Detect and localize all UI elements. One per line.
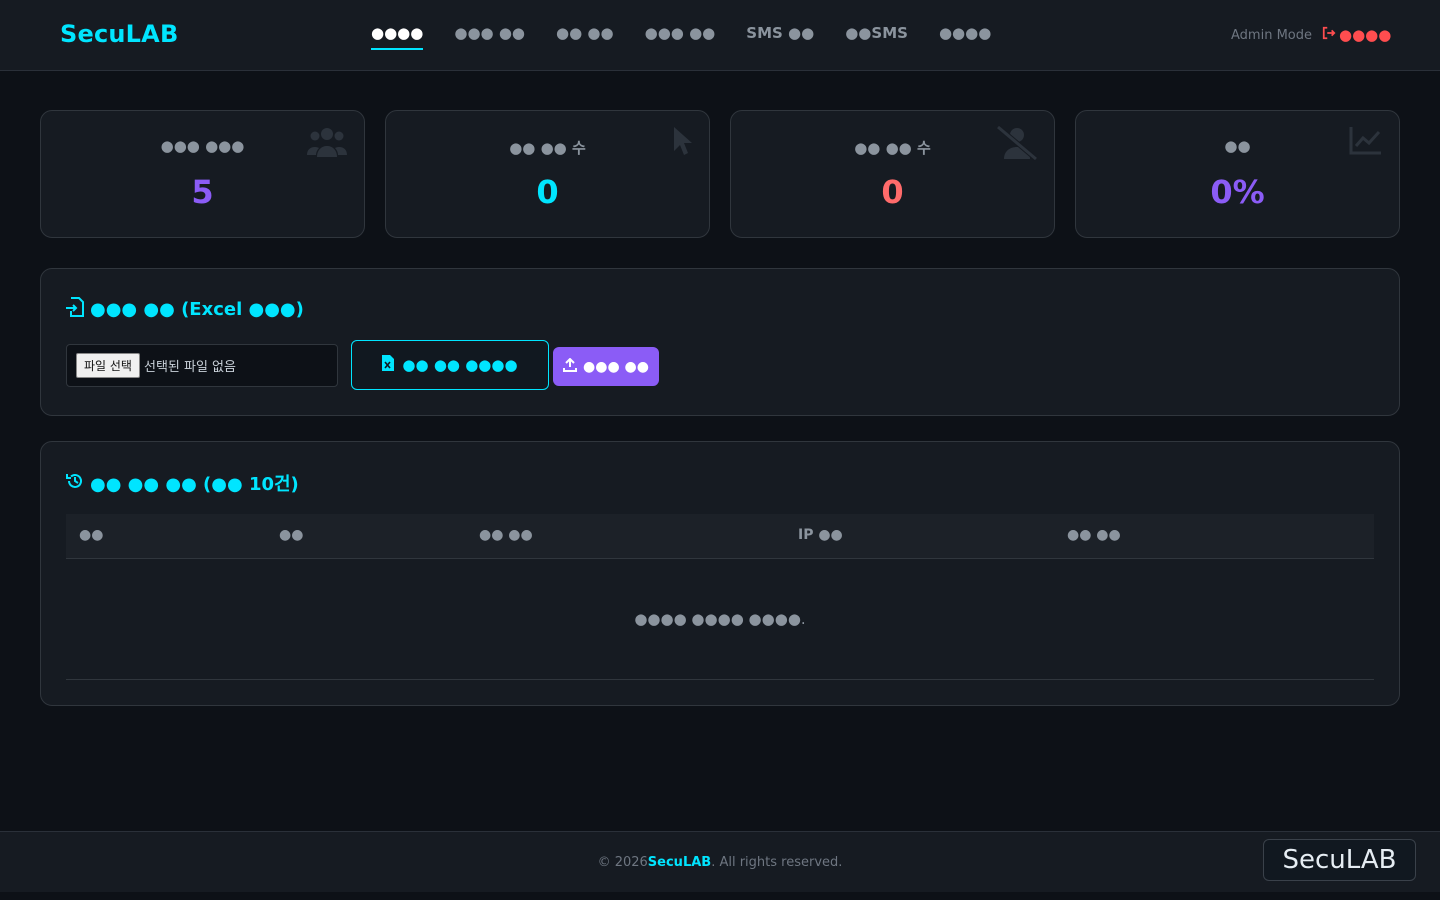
column-header: ●● — [279, 527, 304, 543]
sign-out-icon — [1322, 26, 1336, 44]
footer-copyright-suffix: . All rights reserved. — [711, 854, 843, 870]
stat-card-3: ●● ●● 수 0 — [730, 110, 1055, 238]
stat-label: ●● — [1224, 137, 1251, 155]
nav-item-sms-2[interactable]: ●●SMS — [845, 24, 908, 50]
stat-value: 5 — [191, 173, 214, 211]
history-panel: ●● ●● ●● (●● 10건) ●● ●● ●● ●● IP ●● ●● ●… — [40, 441, 1400, 706]
stat-value: 0% — [1210, 173, 1265, 211]
column-header: ●● ●● — [1067, 527, 1121, 543]
stat-value: 0 — [881, 173, 904, 211]
download-template-button[interactable]: ●● ●● ●●●● — [351, 340, 549, 390]
nav-item-dashboard[interactable]: ●●●● — [371, 24, 424, 50]
logout-button[interactable]: ●●●● — [1322, 26, 1391, 44]
download-template-label: ●● ●● ●●●● — [402, 356, 518, 374]
upload-icon — [563, 357, 578, 376]
admin-mode-label: Admin Mode — [1231, 28, 1312, 43]
bottom-bar — [0, 892, 1440, 900]
top-header: SecuLAB ●●●● ●●● ●● ●● ●● ●●● ●● SMS ●● … — [0, 0, 1440, 71]
table-empty-message: ●●●● ●●●● ●●●●. — [66, 559, 1374, 680]
history-icon — [66, 472, 84, 495]
stat-label: ●●● ●●● — [160, 137, 245, 155]
nav-item-sms[interactable]: SMS ●● — [746, 24, 814, 50]
upload-button[interactable]: ●●● ●● — [553, 347, 659, 386]
file-excel-icon — [382, 355, 395, 375]
stat-label: ●● ●● 수 — [854, 139, 931, 157]
stat-value: 0 — [536, 173, 559, 211]
file-import-icon — [66, 297, 84, 322]
footer-copyright-prefix: © 2026 — [597, 854, 648, 870]
table-header: ●● ●● ●● ●● IP ●● ●● ●● — [66, 514, 1374, 559]
file-status-text: 선택된 파일 없음 — [143, 360, 236, 375]
column-header: ●● ●● — [479, 527, 533, 543]
column-header: IP ●● — [798, 527, 843, 543]
upload-panel-title: ●●● ●● (Excel ●●●) — [66, 297, 304, 322]
nav-item-7[interactable]: ●●●● — [939, 24, 991, 50]
stat-card-1: ●●● ●●● 5 — [40, 110, 365, 238]
column-header: ●● — [79, 527, 104, 543]
logout-label: ●●●● — [1339, 26, 1392, 44]
stat-card-4: ●● 0% — [1075, 110, 1400, 238]
choose-file-button[interactable]: 파일 선택 — [76, 353, 140, 378]
footer-brand-badge: SecuLAB — [1263, 839, 1416, 881]
nav-item-4[interactable]: ●●● ●● — [645, 24, 716, 50]
file-input[interactable]: 파일 선택 선택된 파일 없음 — [66, 344, 338, 387]
nav-item-2[interactable]: ●●● ●● — [454, 24, 525, 50]
upload-panel-title-text: ●●● ●● (Excel ●●●) — [90, 299, 304, 320]
footer-brand: SecuLAB — [647, 854, 712, 870]
history-panel-title-text: ●● ●● ●● (●● 10건) — [90, 474, 299, 495]
main-nav: ●●●● ●●● ●● ●● ●● ●●● ●● SMS ●● ●●SMS ●●… — [371, 24, 1022, 50]
brand-logo[interactable]: SecuLAB — [60, 20, 178, 48]
stat-card-2: ●● ●● 수 0 — [385, 110, 710, 238]
footer: © 2026 SecuLAB . All rights reserved. — [0, 831, 1440, 892]
upload-panel: ●●● ●● (Excel ●●●) 파일 선택 선택된 파일 없음 ●● ●●… — [40, 268, 1400, 416]
history-panel-title: ●● ●● ●● (●● 10건) — [66, 470, 299, 496]
nav-item-3[interactable]: ●● ●● — [556, 24, 614, 50]
stat-label: ●● ●● 수 — [509, 139, 586, 157]
upload-label: ●●● ●● — [583, 358, 649, 375]
